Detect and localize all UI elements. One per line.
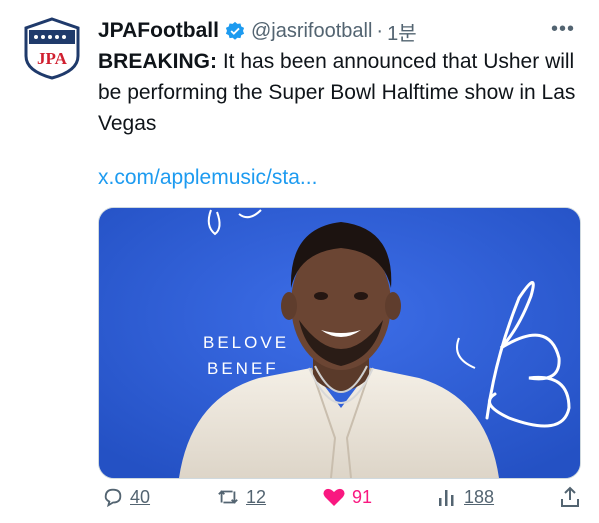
reply-icon — [104, 488, 122, 508]
retweet-icon — [218, 490, 238, 504]
share-icon — [561, 486, 579, 507]
tweet-image[interactable]: BELOVE BENEF — [98, 207, 581, 479]
views-count: 188 — [464, 486, 495, 507]
timestamp[interactable]: 1분 — [387, 17, 417, 46]
share-button[interactable] — [559, 486, 581, 508]
backdrop-text-1: BELOVE — [203, 333, 289, 352]
backdrop-text-2: BENEF — [207, 359, 279, 378]
retweet-button[interactable]: 12 — [216, 486, 266, 508]
display-name[interactable]: JPAFootball — [98, 19, 219, 43]
breaking-label: BREAKING: — [98, 50, 217, 73]
tweet-text: BREAKING: It has been announced that Ush… — [98, 46, 578, 139]
heart-icon — [323, 488, 345, 506]
views-button[interactable]: 188 — [436, 486, 494, 508]
tweet-header: JPAFootball @jasrifootball · 1분 — [98, 16, 579, 46]
tweet-actions: 40 12 91 188 — [98, 486, 581, 520]
svg-text:JPA: JPA — [37, 49, 68, 68]
retweet-count: 12 — [246, 486, 267, 507]
reply-button[interactable]: 40 — [102, 486, 150, 508]
like-button[interactable]: 91 — [322, 486, 372, 508]
like-count: 91 — [352, 486, 373, 507]
separator-dot: · — [376, 19, 384, 42]
jpa-logo: JPA — [24, 17, 80, 80]
tweet-link[interactable]: x.com/applemusic/sta... — [98, 166, 317, 190]
reply-count: 40 — [130, 486, 151, 507]
avatar[interactable]: JPA — [20, 16, 84, 80]
more-options-icon[interactable]: ••• — [551, 18, 575, 41]
handle[interactable]: @jasrifootball — [251, 20, 372, 43]
verified-badge-icon — [225, 21, 245, 41]
views-chart-icon — [439, 490, 454, 506]
